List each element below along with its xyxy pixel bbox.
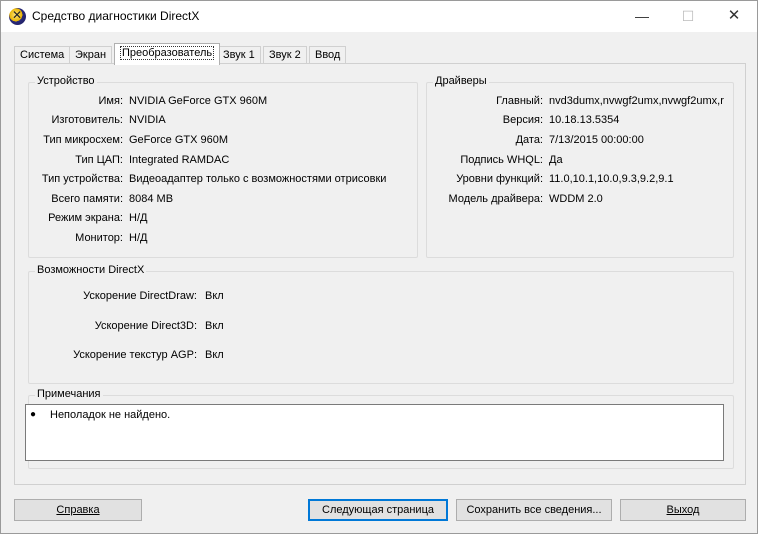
- driver-version-value: 10.18.13.5354: [549, 114, 620, 126]
- monitor-label: Монитор:: [75, 232, 123, 244]
- title-bar[interactable]: Средство диагностики DirectX — ☐ ✕: [1, 1, 757, 32]
- device-group-title: Устройство: [35, 75, 97, 87]
- tab-label: Звук 1: [223, 49, 255, 61]
- agp-accel-label: Ускорение текстур AGP:: [73, 349, 197, 361]
- minimize-button[interactable]: —: [619, 1, 665, 32]
- directdraw-accel-label: Ускорение DirectDraw:: [83, 290, 197, 302]
- driver-version-label: Версия:: [502, 114, 543, 126]
- exit-button[interactable]: Выход: [620, 499, 746, 521]
- note-item: Неполадок не найдено.: [50, 409, 171, 421]
- manufacturer-label: Изготовитель:: [51, 114, 124, 126]
- device-name-value: NVIDIA GeForce GTX 960M: [129, 95, 268, 107]
- tab-renderer[interactable]: Преобразователь: [114, 43, 221, 65]
- driver-model-label: Модель драйвера:: [448, 193, 543, 205]
- notes-title: Примечания: [35, 388, 103, 400]
- agp-accel-value: Вкл: [205, 349, 224, 361]
- tab-label: Экран: [75, 49, 107, 61]
- directx-app-icon: [9, 8, 26, 25]
- maximize-icon: ☐: [681, 8, 695, 24]
- dxdiag-window: Средство диагностики DirectX — ☐ ✕ Систе…: [0, 0, 758, 534]
- exit-button-label: Выход: [666, 504, 700, 516]
- maximize-button[interactable]: ☐: [665, 1, 711, 32]
- main-driver-label: Главный:: [496, 95, 543, 107]
- whql-label: Подпись WHQL:: [460, 154, 543, 166]
- help-button[interactable]: Справка: [14, 499, 142, 521]
- drivers-group-title: Драйверы: [433, 75, 489, 87]
- chip-type-value: GeForce GTX 960M: [129, 134, 229, 146]
- dac-type-value: Integrated RAMDAC: [129, 154, 230, 166]
- driver-date-label: Дата:: [515, 134, 543, 146]
- tab-label: Система: [20, 49, 65, 61]
- driver-model-value: WDDM 2.0: [549, 193, 603, 205]
- display-mode-value: Н/Д: [129, 212, 148, 224]
- directdraw-accel-value: Вкл: [205, 290, 224, 302]
- notes-textbox[interactable]: ● Неполадок не найдено.: [25, 404, 724, 461]
- bullet-icon: ●: [30, 409, 37, 420]
- chip-type-label: Тип микросхем:: [43, 134, 123, 146]
- display-mode-label: Режим экрана:: [48, 212, 123, 224]
- close-button[interactable]: ✕: [711, 1, 757, 32]
- device-type-value: Видеоадаптер только с возможностями отри…: [129, 173, 387, 185]
- minimize-icon: —: [635, 8, 649, 24]
- save-all-button-label: Сохранить все сведения...: [466, 504, 602, 516]
- direct3d-accel-label: Ускорение Direct3D:: [94, 320, 197, 332]
- total-memory-label: Всего памяти:: [51, 193, 123, 205]
- close-icon: ✕: [727, 7, 741, 24]
- feature-levels-value: 11.0,10.1,10.0,9.3,9.2,9.1: [549, 173, 674, 185]
- save-all-button[interactable]: Сохранить все сведения...: [456, 499, 612, 521]
- next-page-button[interactable]: Следующая страница: [308, 499, 448, 521]
- device-name-label: Имя:: [98, 95, 123, 107]
- main-driver-value: nvd3dumx,nvwgf2umx,nvwgf2umx,r: [549, 95, 724, 107]
- next-page-button-label: Следующая страница: [322, 504, 434, 516]
- manufacturer-value: NVIDIA: [129, 114, 166, 126]
- device-type-label: Тип устройства:: [41, 173, 123, 185]
- total-memory-value: 8084 MB: [129, 193, 174, 205]
- tab-label: Звук 2: [269, 49, 301, 61]
- help-button-label: Справка: [56, 504, 100, 516]
- tab-label: Ввод: [315, 49, 341, 61]
- monitor-value: Н/Д: [129, 232, 148, 244]
- dac-type-label: Тип ЦАП:: [75, 154, 123, 166]
- driver-date-value: 7/13/2015 00:00:00: [549, 134, 644, 146]
- feature-levels-label: Уровни функций:: [456, 173, 543, 185]
- direct3d-accel-value: Вкл: [205, 320, 224, 332]
- whql-value: Да: [549, 154, 563, 166]
- window-title: Средство диагностики DirectX: [32, 9, 200, 23]
- tab-label: Преобразователь: [120, 46, 215, 60]
- directx-features-title: Возможности DirectX: [35, 264, 147, 276]
